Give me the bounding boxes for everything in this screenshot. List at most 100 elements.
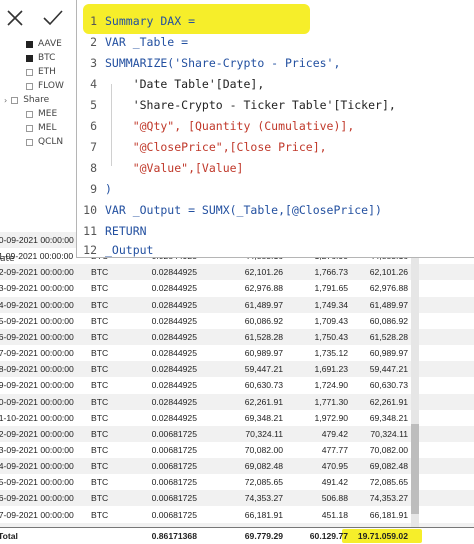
table-row[interactable]: 18-09-2021 00:00:00 BTC 0.02844925 59,447.2…	[0, 361, 474, 378]
close-price-cell: 506.88	[321, 493, 348, 504]
value-cell: 72,085.65	[369, 477, 408, 488]
price-cell: 72,085.65	[244, 477, 283, 488]
ticker-cell: BTC	[91, 412, 109, 423]
table-row[interactable]: 24-09-2021 00:00:00 BTC 0.00681725 69,082.4…	[0, 458, 474, 475]
slicer-item-qcln[interactable]: QCLN	[26, 137, 63, 147]
ticker-slicer: AAVE BTC ETH FLOW › Share MEE MEL QCLN a…	[0, 36, 76, 267]
commit-button[interactable]	[38, 4, 68, 32]
date-cell: 17-09-2021 00:00:00	[0, 348, 74, 359]
qty-cell: 0.02844925	[151, 315, 197, 326]
code-line-7[interactable]: 7 "@ClosePrice",[Close Price],	[77, 136, 327, 157]
code-line-8[interactable]: 8 "@Value",[Value]	[77, 157, 243, 178]
table-row[interactable]: 12-09-2021 00:00:00 BTC 0.02844925 62,101.2…	[0, 264, 474, 281]
table-row[interactable]: 22-09-2021 00:00:00 BTC 0.00681725 70,324.1…	[0, 425, 474, 442]
line-number: 3	[90, 55, 97, 70]
price-cell: 74,353.27	[244, 493, 283, 504]
ticker-cell: BTC	[91, 267, 109, 278]
checkbox-unchecked[interactable]	[26, 138, 33, 146]
date-cell: 12-09-2021 00:00:00	[0, 267, 74, 278]
slicer-item-btc[interactable]: BTC	[26, 53, 55, 63]
date-cell: 21-10-2021 00:00:00	[0, 412, 74, 423]
close-price-cell: 1,749.34	[314, 299, 348, 310]
slicer-group-share[interactable]: › Share	[4, 95, 49, 105]
qty-cell: 0.00681725	[151, 461, 197, 472]
slicer-item-eth[interactable]: ETH	[26, 67, 56, 77]
scroll-thumb[interactable]	[411, 424, 419, 514]
checkbox-unchecked[interactable]	[26, 124, 33, 132]
line-number: 5	[90, 97, 97, 112]
value-cell: 60,086.92	[369, 315, 408, 326]
table-row[interactable]: 19-09-2021 00:00:00 BTC 0.02844925 60,630.7…	[0, 377, 474, 393]
ticker-cell: BTC	[91, 364, 109, 375]
checkbox-checked[interactable]	[26, 54, 33, 62]
slicer-item-label: QCLN	[38, 137, 64, 147]
code-text: VAR _Table =	[105, 34, 189, 49]
table-row[interactable]: 26-09-2021 00:00:00 BTC 0.00681725 74,353.2…	[0, 490, 474, 507]
close-price-cell: 470.95	[321, 461, 348, 472]
qty-cell: 0.02844925	[151, 267, 197, 278]
qty-cell: 0.02844925	[151, 348, 197, 359]
ticker-cell: BTC	[91, 299, 109, 310]
code-line-12[interactable]: 12 _Output	[77, 239, 153, 260]
value-cell: 69,082.48	[369, 461, 408, 472]
cancel-button[interactable]	[0, 4, 30, 32]
line-number: 7	[90, 139, 97, 154]
checkbox-checked[interactable]	[26, 40, 33, 48]
value-cell: 61,489.97	[369, 299, 408, 310]
code-line-1[interactable]: 1 Summary DAX =	[77, 10, 195, 31]
scrollbar[interactable]	[411, 258, 419, 528]
code-text: Summary DAX =	[105, 13, 196, 28]
ticker-cell: BTC	[91, 477, 109, 488]
code-line-4[interactable]: 4 'Date Table'[Date],	[77, 73, 264, 94]
close-price-cell: 479.42	[321, 428, 348, 439]
code-line-2[interactable]: 2 VAR _Table =	[77, 31, 188, 52]
price-cell: 62,261.91	[244, 396, 283, 407]
qty-cell: 0.00681725	[151, 444, 197, 455]
date-cell: 10-09-2021 00:00:00	[0, 235, 74, 245]
slicer-item-flow[interactable]: FLOW	[26, 81, 64, 91]
date-cell: 16-09-2021 00:00:00	[0, 331, 74, 342]
table-row[interactable]: 23-09-2021 00:00:00 BTC 0.00681725 70,082.0…	[0, 442, 474, 458]
table-row[interactable]: 27-09-2021 00:00:00 BTC 0.00681725 66,181.9…	[0, 507, 474, 523]
checkbox-unchecked[interactable]	[26, 82, 33, 90]
table-row[interactable]: 13-09-2021 00:00:00 BTC 0.02844925 62,976.8…	[0, 280, 474, 296]
value-cell: 59,447.21	[369, 364, 408, 375]
line-number: 12	[83, 242, 97, 257]
value-cell: 70,082.00	[369, 444, 408, 455]
qty-cell: 0.02844925	[151, 283, 197, 294]
table-row[interactable]: 21-10-2021 00:00:00 BTC 0.02844925 69,348.2…	[0, 410, 474, 426]
code-line-5[interactable]: 5 'Share-Crypto - Ticker Table'[Ticker],	[77, 94, 396, 115]
code-line-9[interactable]: 9 )	[77, 178, 112, 199]
close-price-cell: 1,750.43	[314, 331, 348, 342]
slicer-item-mee[interactable]: MEE	[26, 109, 57, 119]
checkbox-unchecked[interactable]	[26, 68, 33, 76]
value-cell: 69,348.21	[369, 412, 408, 423]
table-row[interactable]: 16-09-2021 00:00:00 BTC 0.02844925 61,528.2…	[0, 328, 474, 345]
slicer-item-aave[interactable]: AAVE	[26, 39, 62, 49]
table-row[interactable]: 25-09-2021 00:00:00 BTC 0.00681725 72,085.6…	[0, 474, 474, 490]
checkbox-unchecked[interactable]	[26, 110, 33, 118]
ticker-cell: BTC	[91, 461, 109, 472]
ticker-cell: BTC	[91, 428, 109, 439]
table-row[interactable]: 15-09-2021 00:00:00 BTC 0.02844925 60,086.9…	[0, 313, 474, 329]
code-line-3[interactable]: 3 SUMMARIZE('Share-Crypto - Prices',	[77, 52, 340, 73]
code-line-6[interactable]: 6 "@Qty", [Quantity (Cumulative)],	[77, 115, 354, 136]
code-line-10[interactable]: 10 VAR _Output = SUMX(_Table,[@ClosePric…	[77, 199, 382, 220]
chevron-right-icon[interactable]: ›	[4, 96, 7, 105]
date-cell: 22-09-2021 00:00:00	[0, 428, 74, 439]
close-price-cell: 1,771.30	[314, 396, 348, 407]
slicer-item-mel[interactable]: MEL	[26, 123, 56, 133]
checkbox-unchecked[interactable]	[11, 96, 19, 104]
price-cell: 60,086.92	[244, 315, 283, 326]
code-text: 'Share-Crypto - Ticker Table'[Ticker],	[105, 97, 396, 112]
total-price: 69.779.29	[244, 531, 283, 541]
code-line-11[interactable]: 11 RETURN	[77, 220, 146, 241]
table-row[interactable]: 14-09-2021 00:00:00 BTC 0.02844925 61,489.9…	[0, 296, 474, 313]
table-row[interactable]: 20-09-2021 00:00:00 BTC 0.02844925 62,261.9…	[0, 393, 474, 410]
ticker-cell: BTC	[91, 315, 109, 326]
price-cell: 66,181.91	[244, 509, 283, 520]
qty-cell: 0.02844925	[151, 364, 197, 375]
table-row[interactable]: 17-09-2021 00:00:00 BTC 0.02844925 60,989.9…	[0, 345, 474, 361]
dax-formula-editor[interactable]: 1 Summary DAX = 2 VAR _Table = 3 SUMMARI…	[76, 0, 474, 258]
qty-cell: 0.02844925	[151, 299, 197, 310]
